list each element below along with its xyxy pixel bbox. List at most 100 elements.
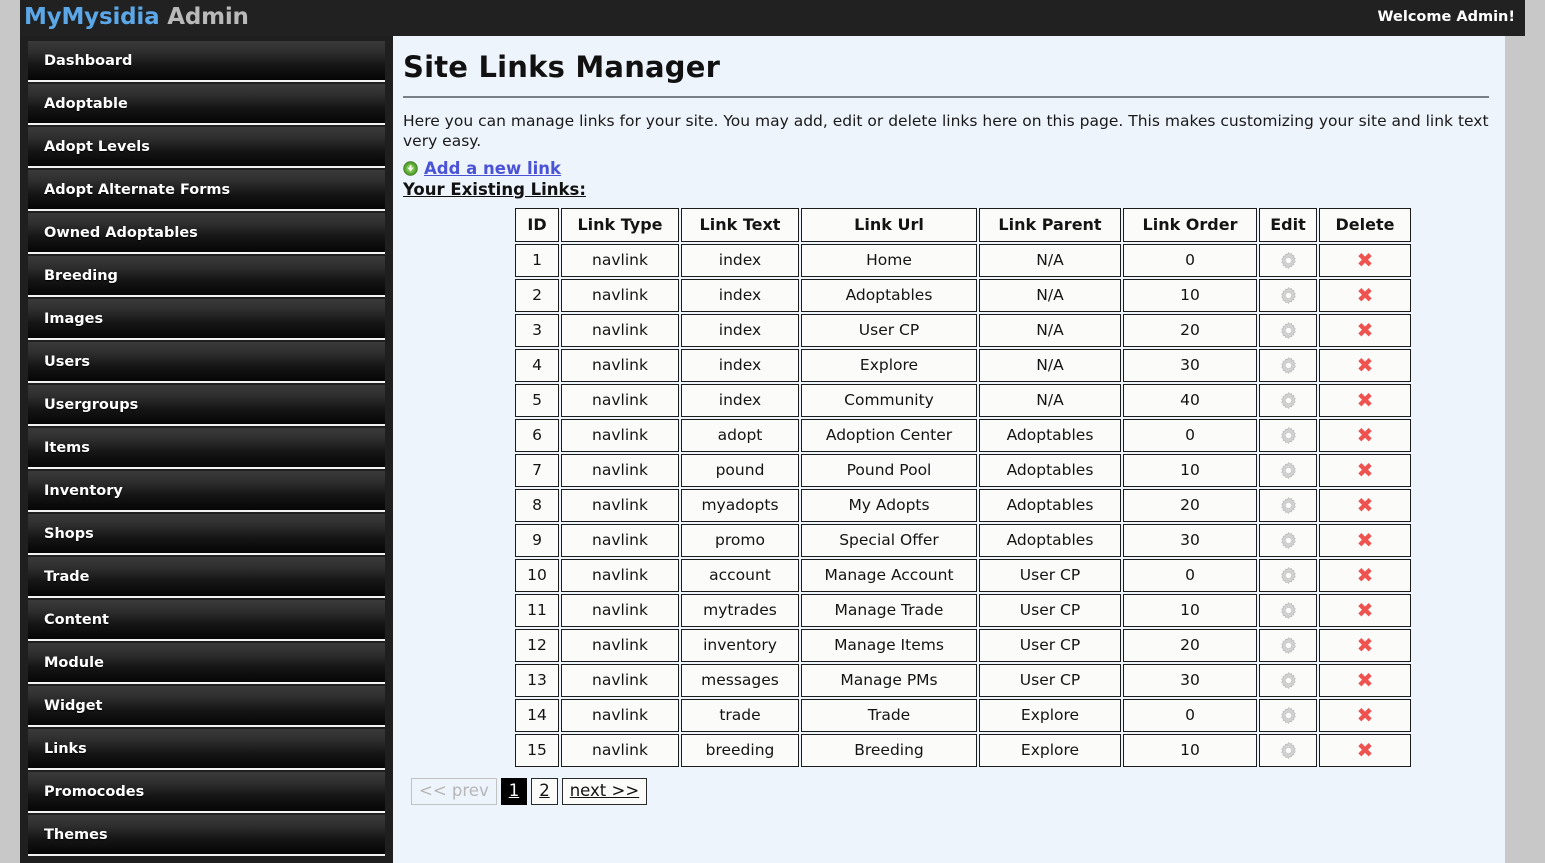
cell-edit[interactable] bbox=[1259, 453, 1317, 487]
gear-icon[interactable] bbox=[1279, 426, 1298, 444]
cell-delete[interactable]: ✖ bbox=[1319, 418, 1411, 452]
sidebar-item-themes[interactable]: Themes bbox=[28, 815, 385, 856]
add-new-link-button[interactable]: Add a new link bbox=[424, 159, 561, 178]
cell-edit[interactable] bbox=[1259, 558, 1317, 592]
gear-icon[interactable] bbox=[1279, 636, 1298, 654]
cell-link-order: 20 bbox=[1123, 488, 1257, 522]
cell-link-order: 0 bbox=[1123, 243, 1257, 277]
cell-edit[interactable] bbox=[1259, 488, 1317, 522]
cell-id: 5 bbox=[515, 383, 559, 417]
cell-edit[interactable] bbox=[1259, 663, 1317, 697]
red-x-icon[interactable]: ✖ bbox=[1357, 250, 1374, 270]
cell-delete[interactable]: ✖ bbox=[1319, 593, 1411, 627]
gear-icon[interactable] bbox=[1279, 321, 1298, 339]
gear-icon[interactable] bbox=[1279, 671, 1298, 689]
sidebar-item-shops[interactable]: Shops bbox=[28, 514, 385, 555]
sidebar-item-content[interactable]: Content bbox=[28, 600, 385, 641]
cell-delete[interactable]: ✖ bbox=[1319, 663, 1411, 697]
gear-icon[interactable] bbox=[1279, 461, 1298, 479]
cell-delete[interactable]: ✖ bbox=[1319, 488, 1411, 522]
red-x-icon[interactable]: ✖ bbox=[1357, 425, 1374, 445]
red-x-icon[interactable]: ✖ bbox=[1357, 705, 1374, 725]
sidebar-item-adopt-levels[interactable]: Adopt Levels bbox=[28, 127, 385, 168]
cell-delete[interactable]: ✖ bbox=[1319, 733, 1411, 767]
cell-link-url: Trade bbox=[801, 698, 977, 732]
cell-link-url: User CP bbox=[801, 313, 977, 347]
sidebar-item-trade[interactable]: Trade bbox=[28, 557, 385, 598]
sidebar-item-users[interactable]: Users bbox=[28, 342, 385, 383]
add-new-link-row[interactable]: Add a new link bbox=[403, 159, 1489, 178]
gear-icon[interactable] bbox=[1279, 391, 1298, 409]
top-header-bar: MyMysidia Admin Welcome Admin! bbox=[20, 0, 1525, 36]
sidebar-item-usergroups[interactable]: Usergroups bbox=[28, 385, 385, 426]
cell-edit[interactable] bbox=[1259, 523, 1317, 557]
gear-icon[interactable] bbox=[1279, 741, 1298, 759]
cell-edit[interactable] bbox=[1259, 243, 1317, 277]
red-x-icon[interactable]: ✖ bbox=[1357, 495, 1374, 515]
sidebar-item-adoptable[interactable]: Adoptable bbox=[28, 84, 385, 125]
gear-icon[interactable] bbox=[1279, 706, 1298, 724]
cell-link-text: myadopts bbox=[681, 488, 799, 522]
cell-delete[interactable]: ✖ bbox=[1319, 278, 1411, 312]
gear-icon[interactable] bbox=[1279, 356, 1298, 374]
pagination-next-button[interactable]: next >> bbox=[561, 777, 648, 806]
sidebar-item-promocodes[interactable]: Promocodes bbox=[28, 772, 385, 813]
sidebar-item-label: Themes bbox=[44, 826, 108, 843]
cell-edit[interactable] bbox=[1259, 348, 1317, 382]
cell-edit[interactable] bbox=[1259, 278, 1317, 312]
pagination-prev-button[interactable]: << prev bbox=[411, 777, 497, 806]
cell-edit[interactable] bbox=[1259, 593, 1317, 627]
cell-link-url: Manage Items bbox=[801, 628, 977, 662]
gear-icon[interactable] bbox=[1279, 601, 1298, 619]
sidebar-item-inventory[interactable]: Inventory bbox=[28, 471, 385, 512]
cell-edit[interactable] bbox=[1259, 418, 1317, 452]
gear-icon[interactable] bbox=[1279, 566, 1298, 584]
sidebar-item-adopt-alternate-forms[interactable]: Adopt Alternate Forms bbox=[28, 170, 385, 211]
red-x-icon[interactable]: ✖ bbox=[1357, 355, 1374, 375]
sidebar-item-links[interactable]: Links bbox=[28, 729, 385, 770]
red-x-icon[interactable]: ✖ bbox=[1357, 320, 1374, 340]
cell-edit[interactable] bbox=[1259, 383, 1317, 417]
cell-link-type: navlink bbox=[561, 278, 679, 312]
gear-icon[interactable] bbox=[1279, 251, 1298, 269]
red-x-icon[interactable]: ✖ bbox=[1357, 460, 1374, 480]
gear-icon[interactable] bbox=[1279, 496, 1298, 514]
cell-edit[interactable] bbox=[1259, 313, 1317, 347]
cell-edit[interactable] bbox=[1259, 698, 1317, 732]
site-brand-logo[interactable]: MyMysidia Admin bbox=[24, 4, 249, 30]
red-x-icon[interactable]: ✖ bbox=[1357, 600, 1374, 620]
sidebar-item-widget[interactable]: Widget bbox=[28, 686, 385, 727]
sidebar-item-images[interactable]: Images bbox=[28, 299, 385, 340]
sidebar-item-items[interactable]: Items bbox=[28, 428, 385, 469]
gear-icon[interactable] bbox=[1279, 286, 1298, 304]
red-x-icon[interactable]: ✖ bbox=[1357, 285, 1374, 305]
cell-id: 7 bbox=[515, 453, 559, 487]
sidebar-item-breeding[interactable]: Breeding bbox=[28, 256, 385, 297]
pagination-page-2[interactable]: 2 bbox=[531, 777, 558, 806]
cell-delete[interactable]: ✖ bbox=[1319, 698, 1411, 732]
sidebar-item-owned-adoptables[interactable]: Owned Adoptables bbox=[28, 213, 385, 254]
cell-link-type: navlink bbox=[561, 243, 679, 277]
red-x-icon[interactable]: ✖ bbox=[1357, 565, 1374, 585]
cell-delete[interactable]: ✖ bbox=[1319, 558, 1411, 592]
red-x-icon[interactable]: ✖ bbox=[1357, 635, 1374, 655]
cell-link-type: navlink bbox=[561, 488, 679, 522]
cell-edit[interactable] bbox=[1259, 733, 1317, 767]
cell-delete[interactable]: ✖ bbox=[1319, 453, 1411, 487]
cell-delete[interactable]: ✖ bbox=[1319, 523, 1411, 557]
cell-edit[interactable] bbox=[1259, 628, 1317, 662]
cell-delete[interactable]: ✖ bbox=[1319, 628, 1411, 662]
gear-icon[interactable] bbox=[1279, 531, 1298, 549]
cell-delete[interactable]: ✖ bbox=[1319, 313, 1411, 347]
red-x-icon[interactable]: ✖ bbox=[1357, 740, 1374, 760]
cell-delete[interactable]: ✖ bbox=[1319, 348, 1411, 382]
red-x-icon[interactable]: ✖ bbox=[1357, 530, 1374, 550]
sidebar-item-module[interactable]: Module bbox=[28, 643, 385, 684]
sidebar-item-dashboard[interactable]: Dashboard bbox=[28, 41, 385, 82]
cell-delete[interactable]: ✖ bbox=[1319, 383, 1411, 417]
cell-link-url: Home bbox=[801, 243, 977, 277]
cell-delete[interactable]: ✖ bbox=[1319, 243, 1411, 277]
red-x-icon[interactable]: ✖ bbox=[1357, 390, 1374, 410]
pagination-page-1[interactable]: 1 bbox=[500, 777, 528, 806]
red-x-icon[interactable]: ✖ bbox=[1357, 670, 1374, 690]
